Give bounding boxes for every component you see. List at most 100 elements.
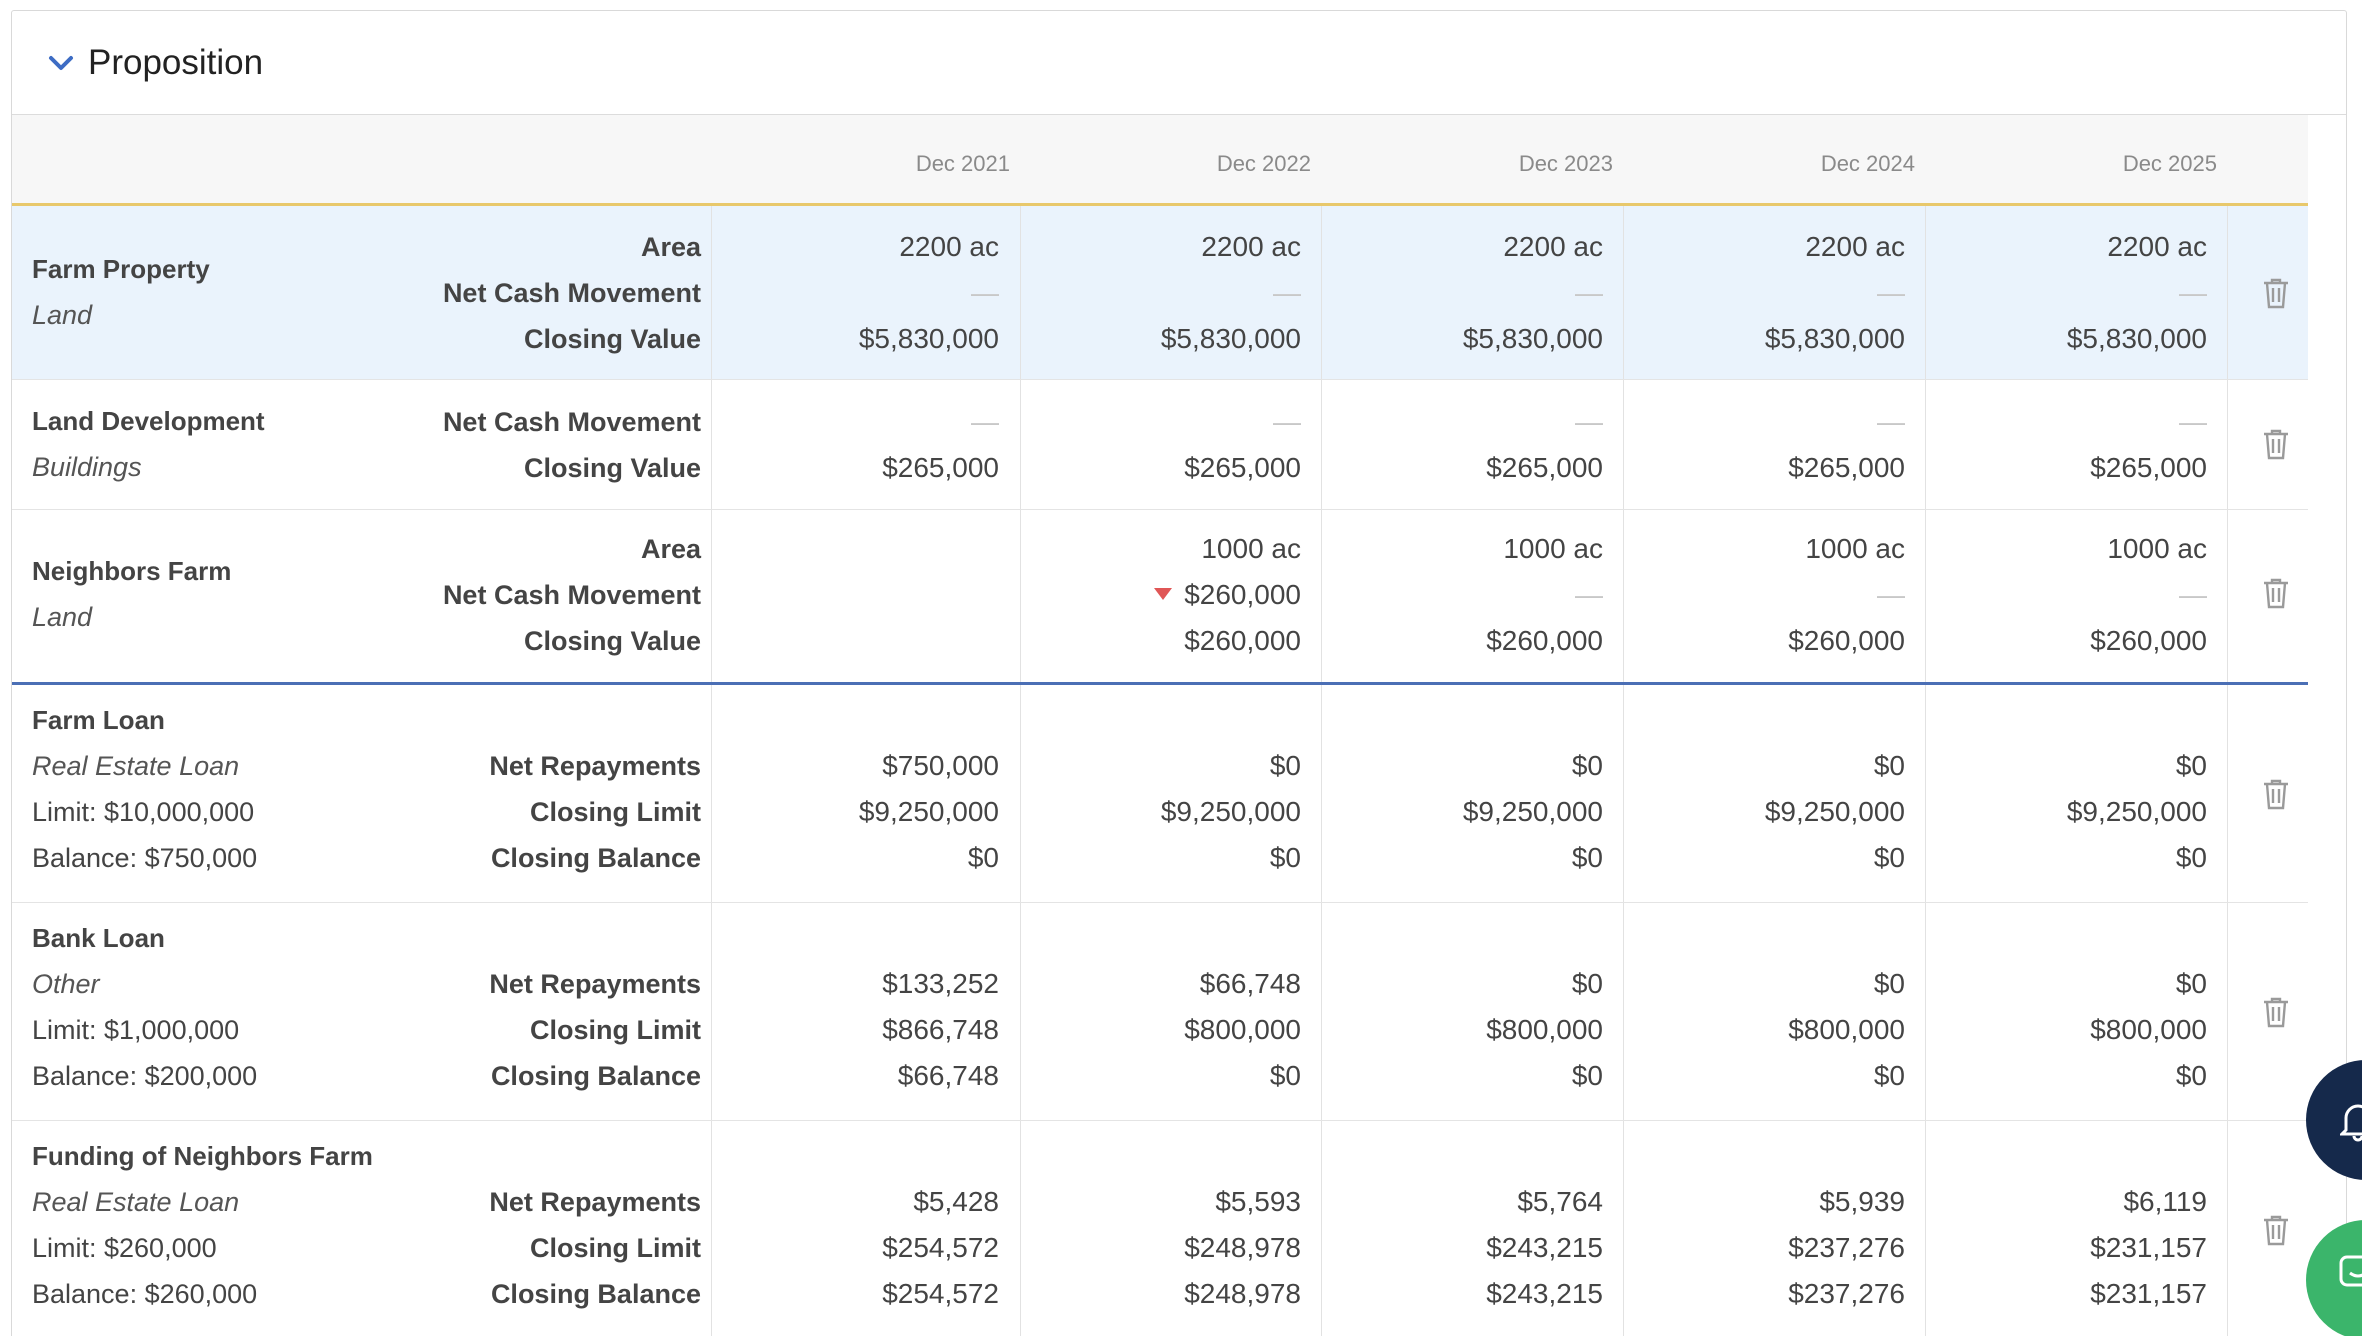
- table-row: Funding of Neighbors Farm Real Estate Lo…: [12, 1121, 2308, 1336]
- cell-value: $265,000: [882, 452, 999, 483]
- cell-value: —: [1575, 277, 1603, 308]
- cell-value: $5,593: [1215, 1186, 1301, 1217]
- metric-label: Closing Balance: [490, 843, 701, 873]
- cell-value: —: [971, 277, 999, 308]
- metric-label: Net Repayments: [489, 969, 701, 999]
- trash-icon[interactable]: [2262, 577, 2290, 609]
- metric-label: Closing Balance: [490, 1061, 701, 1091]
- cell-value: $9,250,000: [1160, 796, 1301, 827]
- cell-value: $0: [1269, 750, 1301, 781]
- cell-value: —: [1273, 406, 1301, 437]
- cell-value: $5,830,000: [1764, 323, 1905, 354]
- cell-value: $5,939: [1819, 1186, 1905, 1217]
- cell-value: 1000 ac: [2107, 533, 2207, 564]
- cell-value: $800,000: [1788, 1014, 1905, 1045]
- cell-value: —: [1575, 406, 1603, 437]
- row-name: Land Development: [32, 406, 265, 436]
- trash-icon[interactable]: [2262, 778, 2290, 810]
- cell-value: $0: [2175, 842, 2207, 873]
- cell-value: $243,215: [1486, 1278, 1603, 1309]
- metric-label: Net Cash Movement: [442, 580, 701, 610]
- trash-icon[interactable]: [2262, 996, 2290, 1028]
- cell-value: $0: [1873, 1060, 1905, 1091]
- table-row: Farm Loan Real Estate Loan Limit: $10,00…: [12, 685, 2308, 903]
- cell-value: $254,572: [882, 1278, 999, 1309]
- cell-value: 2200 ac: [2107, 231, 2207, 262]
- column-header-dec-2022: Dec 2022: [1216, 151, 1311, 176]
- row-category: Real Estate Loan: [32, 751, 240, 781]
- row-name: Neighbors Farm: [32, 556, 232, 586]
- table-row: Neighbors Farm Land Area Net Cash Moveme…: [12, 510, 2308, 685]
- metric-label: Area: [640, 232, 701, 262]
- column-header-dec-2025: Dec 2025: [2122, 151, 2217, 176]
- cell-value: $9,250,000: [1462, 796, 1603, 827]
- cell-value: $5,830,000: [858, 323, 999, 354]
- cell-value: 1000 ac: [1503, 533, 1603, 564]
- cell-value: $0: [1873, 968, 1905, 999]
- cell-value: $254,572: [882, 1232, 999, 1263]
- row-category: Real Estate Loan: [32, 1187, 240, 1217]
- cell-value: $66,748: [1199, 968, 1301, 999]
- cell-value: $9,250,000: [858, 796, 999, 827]
- chevron-down-icon[interactable]: [48, 50, 74, 76]
- table-header-row: Dec 2021 Dec 2022 Dec 2023 Dec 2024 Dec …: [12, 115, 2308, 206]
- proposition-panel: Proposition Dec 2021 Dec 2022 Dec 2023 D…: [11, 10, 2347, 1336]
- row-balance: Balance: $750,000: [32, 843, 258, 873]
- table-row: Bank Loan Other Limit: $1,000,000 Balanc…: [12, 903, 2308, 1121]
- metric-label: Closing Limit: [530, 1015, 701, 1045]
- metric-label: Closing Limit: [530, 1233, 701, 1263]
- cell-value: 1000 ac: [1805, 533, 1905, 564]
- cell-value: 2200 ac: [1201, 231, 1301, 262]
- cell-value: $237,276: [1788, 1232, 1905, 1263]
- cell-value: —: [1273, 277, 1301, 308]
- metric-label: Closing Value: [523, 453, 701, 483]
- decrease-triangle-icon: [1154, 587, 1173, 600]
- row-category: Buildings: [32, 452, 142, 482]
- cell-value: $800,000: [1184, 1014, 1301, 1045]
- cell-value: $0: [1269, 842, 1301, 873]
- cell-value: —: [2179, 406, 2207, 437]
- cell-value: $260,000: [1184, 625, 1301, 656]
- cell-value: $265,000: [1486, 452, 1603, 483]
- metric-label: Closing Value: [523, 324, 701, 354]
- metric-label: Closing Balance: [490, 1279, 701, 1309]
- cell-value: $800,000: [1486, 1014, 1603, 1045]
- cell-value: —: [1877, 579, 1905, 610]
- cell-value: $248,978: [1184, 1232, 1301, 1263]
- cell-value: —: [2179, 579, 2207, 610]
- cell-value: $0: [2175, 750, 2207, 781]
- cell-value: $0: [1571, 1060, 1603, 1091]
- trash-icon[interactable]: [2262, 1214, 2290, 1246]
- metric-label: Net Cash Movement: [442, 278, 701, 308]
- cell-value: $231,157: [2090, 1278, 2207, 1309]
- metric-label: Closing Limit: [530, 797, 701, 827]
- cell-value: —: [1877, 406, 1905, 437]
- cell-value: $231,157: [2090, 1232, 2207, 1263]
- cell-value: $0: [967, 842, 999, 873]
- cell-value: [719, 526, 999, 572]
- cell-value: $0: [1571, 842, 1603, 873]
- section-header[interactable]: Proposition: [12, 11, 2346, 115]
- bell-icon: [2340, 1104, 2362, 1142]
- cell-value: $0: [1873, 750, 1905, 781]
- metric-label: Net Repayments: [489, 1187, 701, 1217]
- table-row: Farm Property Land Area Net Cash Movemen…: [12, 206, 2308, 380]
- trash-icon[interactable]: [2262, 277, 2290, 309]
- cell-value: $265,000: [1788, 452, 1905, 483]
- metric-label: Closing Value: [523, 626, 701, 656]
- cell-value: $260,000: [1021, 572, 1301, 618]
- cell-value: [719, 572, 999, 618]
- cell-value: $237,276: [1788, 1278, 1905, 1309]
- cell-value: $0: [2175, 1060, 2207, 1091]
- cell-value: $0: [1873, 842, 1905, 873]
- cell-value: $0: [1269, 1060, 1301, 1091]
- cell-value: $5,830,000: [1462, 323, 1603, 354]
- row-balance: Balance: $260,000: [32, 1279, 258, 1309]
- cell-value: $265,000: [1184, 452, 1301, 483]
- trash-icon[interactable]: [2262, 428, 2290, 460]
- row-name: Bank Loan: [32, 923, 165, 953]
- section-title: Proposition: [88, 42, 264, 82]
- cell-value: —: [971, 406, 999, 437]
- cell-value: $260,000: [1486, 625, 1603, 656]
- row-balance: Balance: $200,000: [32, 1061, 258, 1091]
